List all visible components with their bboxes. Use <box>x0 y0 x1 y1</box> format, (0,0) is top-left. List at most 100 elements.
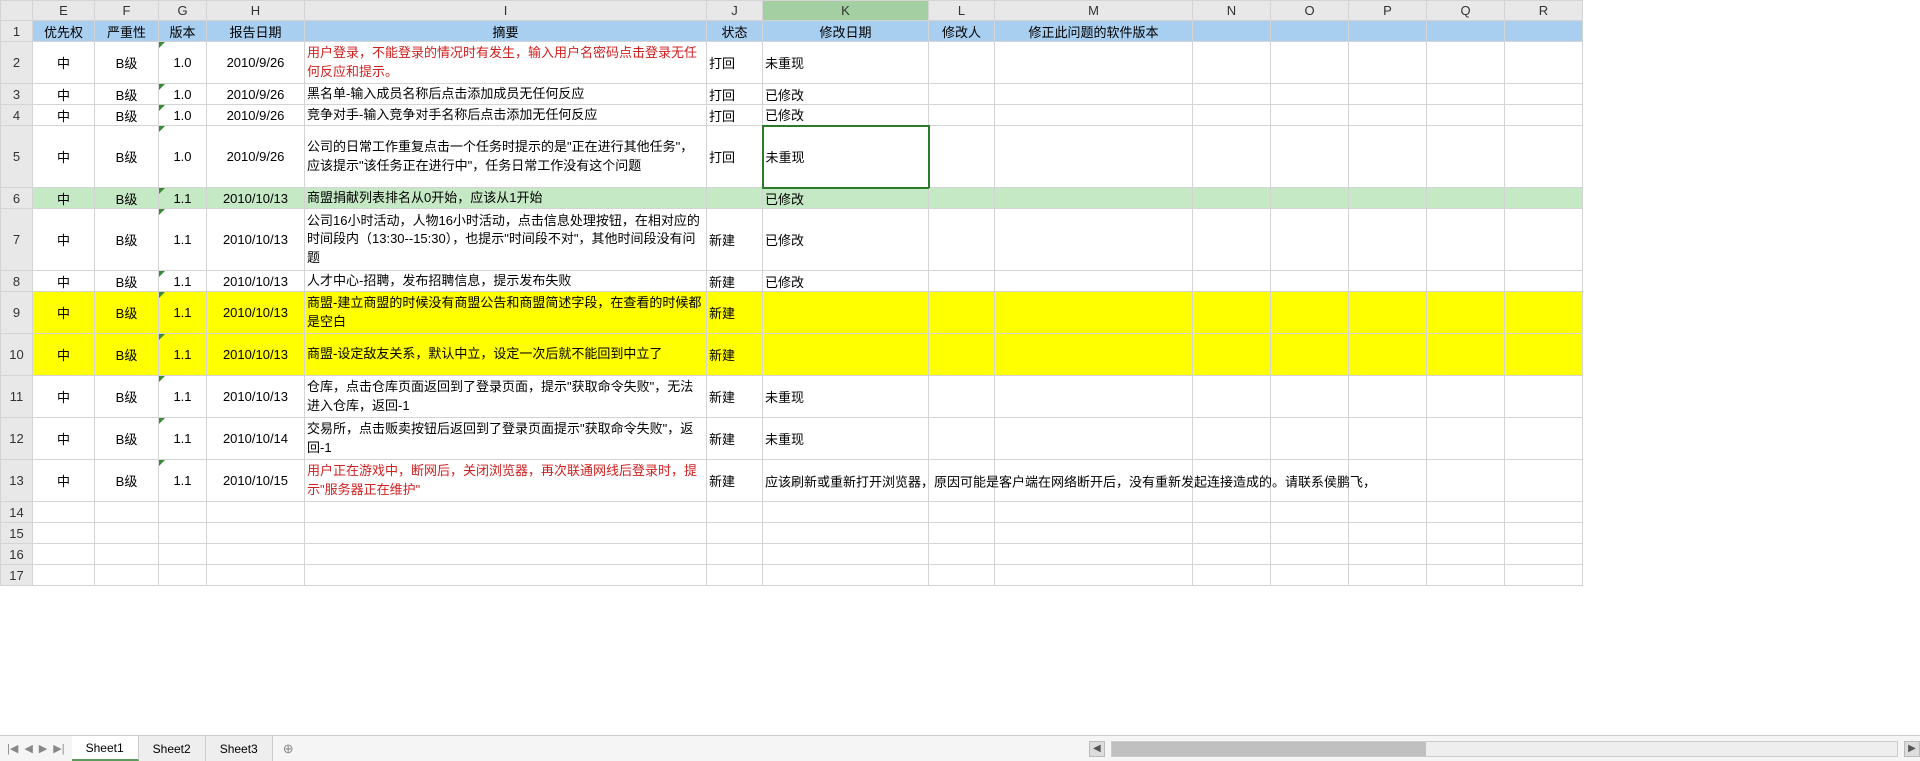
cell-R4[interactable] <box>1505 105 1583 126</box>
cell-K4[interactable]: 已修改 <box>763 105 929 126</box>
tab-nav-next[interactable]: ▶ <box>36 742 50 755</box>
cell-E12[interactable]: 中 <box>33 418 95 460</box>
header-cell-H[interactable]: 报告日期 <box>207 21 305 42</box>
cell-G2[interactable]: 1.0 <box>159 42 207 84</box>
cell-R14[interactable] <box>1505 502 1583 523</box>
cell-N4[interactable] <box>1193 105 1271 126</box>
cell-H7[interactable]: 2010/10/13 <box>207 209 305 271</box>
column-header-N[interactable]: N <box>1193 1 1271 21</box>
cell-I14[interactable] <box>305 502 707 523</box>
cell-Q9[interactable] <box>1427 292 1505 334</box>
cell-H17[interactable] <box>207 565 305 586</box>
cell-F15[interactable] <box>95 523 159 544</box>
cell-I16[interactable] <box>305 544 707 565</box>
cell-N10[interactable] <box>1193 334 1271 376</box>
cell-H13[interactable]: 2010/10/15 <box>207 460 305 502</box>
cell-Q15[interactable] <box>1427 523 1505 544</box>
cell-R12[interactable] <box>1505 418 1583 460</box>
cell-J8[interactable]: 新建 <box>707 271 763 292</box>
cell-N13[interactable] <box>1193 460 1271 502</box>
cell-L3[interactable] <box>929 84 995 105</box>
cell-P15[interactable] <box>1349 523 1427 544</box>
cell-L17[interactable] <box>929 565 995 586</box>
cell-P14[interactable] <box>1349 502 1427 523</box>
cell-E11[interactable]: 中 <box>33 376 95 418</box>
cell-F5[interactable]: B级 <box>95 126 159 188</box>
row-header-12[interactable]: 12 <box>1 418 33 460</box>
column-header-F[interactable]: F <box>95 1 159 21</box>
cell-J13[interactable]: 新建 <box>707 460 763 502</box>
cell-M17[interactable] <box>995 565 1193 586</box>
row-header-2[interactable]: 2 <box>1 42 33 84</box>
cell-G3[interactable]: 1.0 <box>159 84 207 105</box>
cell-K5[interactable]: 未重现 <box>763 126 929 188</box>
column-header-J[interactable]: J <box>707 1 763 21</box>
cell-I10[interactable]: 商盟-设定敌友关系，默认中立，设定一次后就不能回到中立了 <box>305 334 707 376</box>
cell-I4[interactable]: 竞争对手-输入竞争对手名称后点击添加无任何反应 <box>305 105 707 126</box>
column-header-G[interactable]: G <box>159 1 207 21</box>
cell-L14[interactable] <box>929 502 995 523</box>
cell-O15[interactable] <box>1271 523 1349 544</box>
cell-Q6[interactable] <box>1427 188 1505 209</box>
cell-P4[interactable] <box>1349 105 1427 126</box>
cell-F10[interactable]: B级 <box>95 334 159 376</box>
cell-P16[interactable] <box>1349 544 1427 565</box>
column-header-O[interactable]: O <box>1271 1 1349 21</box>
header-cell-R[interactable] <box>1505 21 1583 42</box>
hscroll-thumb[interactable] <box>1112 742 1426 756</box>
cell-F7[interactable]: B级 <box>95 209 159 271</box>
cell-Q14[interactable] <box>1427 502 1505 523</box>
cell-I6[interactable]: 商盟捐献列表排名从0开始，应该从1开始 <box>305 188 707 209</box>
cell-P17[interactable] <box>1349 565 1427 586</box>
cell-K17[interactable] <box>763 565 929 586</box>
cell-J10[interactable]: 新建 <box>707 334 763 376</box>
cell-J14[interactable] <box>707 502 763 523</box>
sheet-tab-Sheet2[interactable]: Sheet2 <box>139 736 206 761</box>
cell-K11[interactable]: 未重现 <box>763 376 929 418</box>
cell-F6[interactable]: B级 <box>95 188 159 209</box>
cell-O3[interactable] <box>1271 84 1349 105</box>
cell-M14[interactable] <box>995 502 1193 523</box>
cell-L12[interactable] <box>929 418 995 460</box>
cell-K16[interactable] <box>763 544 929 565</box>
cell-I9[interactable]: 商盟-建立商盟的时候没有商盟公告和商盟简述字段，在查看的时候都是空白 <box>305 292 707 334</box>
cell-G16[interactable] <box>159 544 207 565</box>
cell-R6[interactable] <box>1505 188 1583 209</box>
header-cell-I[interactable]: 摘要 <box>305 21 707 42</box>
header-cell-L[interactable]: 修改人 <box>929 21 995 42</box>
cell-G7[interactable]: 1.1 <box>159 209 207 271</box>
cell-R5[interactable] <box>1505 126 1583 188</box>
column-header-Q[interactable]: Q <box>1427 1 1505 21</box>
cell-J7[interactable]: 新建 <box>707 209 763 271</box>
cell-N9[interactable] <box>1193 292 1271 334</box>
row-header-4[interactable]: 4 <box>1 105 33 126</box>
cell-E7[interactable]: 中 <box>33 209 95 271</box>
cell-Q11[interactable] <box>1427 376 1505 418</box>
column-header-R[interactable]: R <box>1505 1 1583 21</box>
cell-G8[interactable]: 1.1 <box>159 271 207 292</box>
cell-L13[interactable] <box>929 460 995 502</box>
cell-J12[interactable]: 新建 <box>707 418 763 460</box>
cell-O8[interactable] <box>1271 271 1349 292</box>
header-cell-G[interactable]: 版本 <box>159 21 207 42</box>
cell-K2[interactable]: 未重现 <box>763 42 929 84</box>
cell-O9[interactable] <box>1271 292 1349 334</box>
cell-Q2[interactable] <box>1427 42 1505 84</box>
cell-M16[interactable] <box>995 544 1193 565</box>
cell-Q3[interactable] <box>1427 84 1505 105</box>
cell-G10[interactable]: 1.1 <box>159 334 207 376</box>
cell-G4[interactable]: 1.0 <box>159 105 207 126</box>
column-header-I[interactable]: I <box>305 1 707 21</box>
cell-I3[interactable]: 黑名单-输入成员名称后点击添加成员无任何反应 <box>305 84 707 105</box>
cell-F11[interactable]: B级 <box>95 376 159 418</box>
cell-K13[interactable]: 应该刷新或重新打开浏览器，原因可能是客户端在网络断开后，没有重新发起连接造成的。… <box>763 460 929 502</box>
cell-O14[interactable] <box>1271 502 1349 523</box>
cell-N17[interactable] <box>1193 565 1271 586</box>
cell-J2[interactable]: 打回 <box>707 42 763 84</box>
cell-P2[interactable] <box>1349 42 1427 84</box>
cell-I12[interactable]: 交易所，点击贩卖按钮后返回到了登录页面提示"获取命令失败"，返回-1 <box>305 418 707 460</box>
column-header-K[interactable]: K <box>763 1 929 21</box>
cell-E10[interactable]: 中 <box>33 334 95 376</box>
cell-E16[interactable] <box>33 544 95 565</box>
cell-G14[interactable] <box>159 502 207 523</box>
